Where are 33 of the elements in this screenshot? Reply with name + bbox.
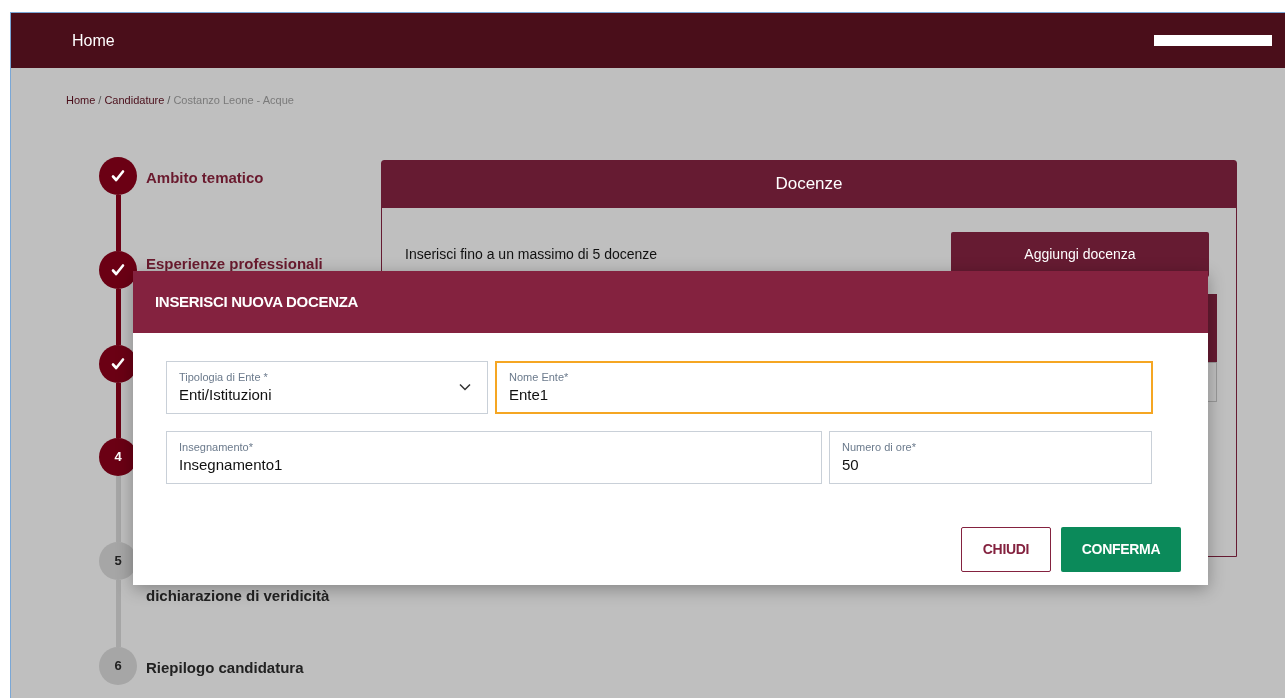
breadcrumb-link[interactable]: Candidature [104,92,165,109]
chevron-down-icon [459,383,471,391]
field-value: Insegnamento1 [179,454,283,475]
field-value: 50 [842,454,859,475]
close-button[interactable]: CHIUDI [961,527,1051,572]
input-field[interactable]: Numero di ore* 50 [829,431,1152,484]
card-instruction: Inserisci fino a un massimo di 5 docenze [405,244,658,264]
check-icon [111,356,125,371]
select-field[interactable]: Tipologia di Ente * Enti/Istituzioni [166,361,488,414]
field-label: Nome Ente* [509,369,569,384]
breadcrumb-separator: / [98,93,102,108]
field-value: Ente1 [509,384,549,405]
step-label[interactable]: dichiarazione di veridicità [146,584,330,607]
field-label: Numero di ore* [842,439,916,454]
field-value: Enti/Istituzioni [179,384,272,405]
check-icon [111,168,125,183]
step-connector [116,579,121,647]
breadcrumb-separator: / [167,93,171,108]
field-label: Insegnamento* [179,439,253,454]
step-label[interactable]: Riepilogo candidatura [146,656,304,679]
step-label[interactable]: Esperienze professionali [146,252,323,275]
field-label: Tipologia di Ente * [179,369,268,384]
breadcrumb-link[interactable]: Home [66,92,96,109]
check-icon [111,262,125,277]
input-field[interactable]: Insegnamento* Insegnamento1 [166,431,822,484]
modal-title: INSERISCI NUOVA DOCENZA [155,291,359,312]
input-field[interactable]: Nome Ente* Ente1 [495,361,1153,414]
step-label[interactable]: Ambito tematico [146,166,264,189]
home-link[interactable]: Home [72,28,115,53]
breadcrumb-current: Costanzo Leone - Acque [173,93,294,108]
confirm-button[interactable]: CONFERMA [1061,527,1181,572]
step-connector [116,475,121,542]
card-title: Docenze [775,173,843,196]
